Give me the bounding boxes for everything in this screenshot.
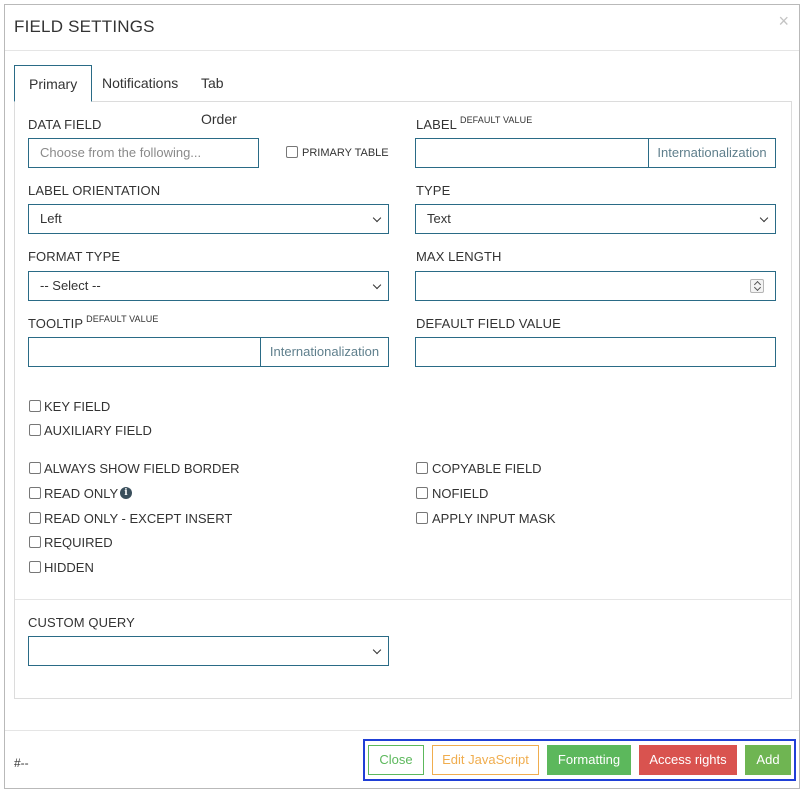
label-orientation-value: Left [40,211,62,226]
header-divider [5,50,799,51]
read-only-except-insert-label: READ ONLY - EXCEPT INSERT [44,511,233,526]
tab-order[interactable]: Tab Order [187,65,251,127]
nofield-label: NOFIELD [432,486,489,501]
key-field-checkbox[interactable] [29,400,41,412]
max-length-label: MAX LENGTH [416,249,502,264]
apply-input-mask-label: APPLY INPUT MASK [432,511,556,526]
field-id-text: #-- [14,756,29,770]
close-icon[interactable]: × [778,12,789,30]
read-only-label: READ ONLY [44,486,119,501]
tooltip-title: TOOLTIP [28,316,84,331]
data-field-label: DATA FIELD [28,117,102,132]
label-input[interactable] [415,138,649,168]
label-field-label: LABEL DEFAULT VALUE [416,115,533,132]
access-rights-button[interactable]: Access rights [639,745,737,775]
apply-input-mask-checkbox[interactable] [416,512,428,524]
formatting-button[interactable]: Formatting [547,745,631,775]
hidden-checkbox[interactable] [29,561,41,573]
edit-javascript-button[interactable]: Edit JavaScript [432,745,539,775]
label-orientation-label: LABEL ORIENTATION [28,183,161,198]
format-type-select[interactable]: -- Select -- [28,271,389,301]
tooltip-internationalization-button[interactable]: Internationalization [260,337,389,367]
label-default-value-sup: DEFAULT VALUE [459,115,533,125]
label-internationalization-button[interactable]: Internationalization [648,138,776,168]
footer-button-group: Close Edit JavaScript Formatting Access … [363,739,796,781]
always-show-border-label: ALWAYS SHOW FIELD BORDER [44,461,240,476]
copyable-field-label: COPYABLE FIELD [432,461,542,476]
data-field-placeholder: Choose from the following... [40,145,202,160]
default-field-value-label: DEFAULT FIELD VALUE [416,316,561,331]
copyable-field-checkbox[interactable] [416,462,428,474]
auxiliary-field-checkbox[interactable] [29,424,41,436]
tooltip-default-value-sup: DEFAULT VALUE [86,314,159,324]
primary-table-checkbox[interactable] [286,146,298,158]
type-value: Text [427,211,451,226]
required-label: REQUIRED [44,535,113,550]
auxiliary-field-label: AUXILIARY FIELD [44,423,152,438]
type-select[interactable]: Text [415,204,776,234]
primary-table-label: PRIMARY TABLE [302,147,389,159]
custom-query-label: CUSTOM QUERY [28,615,135,630]
format-type-value: -- Select -- [40,278,101,293]
add-button[interactable]: Add [745,745,791,775]
custom-query-select[interactable] [28,636,389,666]
nofield-checkbox[interactable] [416,487,428,499]
key-field-label: KEY FIELD [44,399,111,414]
always-show-border-checkbox[interactable] [29,462,41,474]
tooltip-input[interactable] [28,337,261,367]
max-length-input[interactable] [415,271,776,301]
section-divider [15,599,791,600]
info-icon[interactable]: i [120,487,132,499]
number-spinner-icon[interactable] [750,279,764,293]
label-orientation-select[interactable]: Left [28,204,389,234]
close-button[interactable]: Close [368,745,424,775]
type-label: TYPE [416,183,451,198]
tab-primary[interactable]: Primary [14,65,93,102]
label-field-title: LABEL [416,117,457,132]
required-checkbox[interactable] [29,536,41,548]
hidden-label: HIDDEN [44,560,94,575]
read-only-checkbox[interactable] [29,487,41,499]
read-only-except-insert-checkbox[interactable] [29,512,41,524]
format-type-label: FORMAT TYPE [28,249,121,264]
tab-notifications[interactable]: Notifications [88,65,192,102]
modal-title: FIELD SETTINGS [14,17,155,36]
data-field-input[interactable]: Choose from the following... [28,138,259,168]
default-field-value-input[interactable] [415,337,776,367]
tooltip-label: TOOLTIP DEFAULT VALUE [28,314,159,331]
footer-divider [5,730,799,731]
field-settings-modal: FIELD SETTINGS × Primary Notifications T… [4,4,800,789]
